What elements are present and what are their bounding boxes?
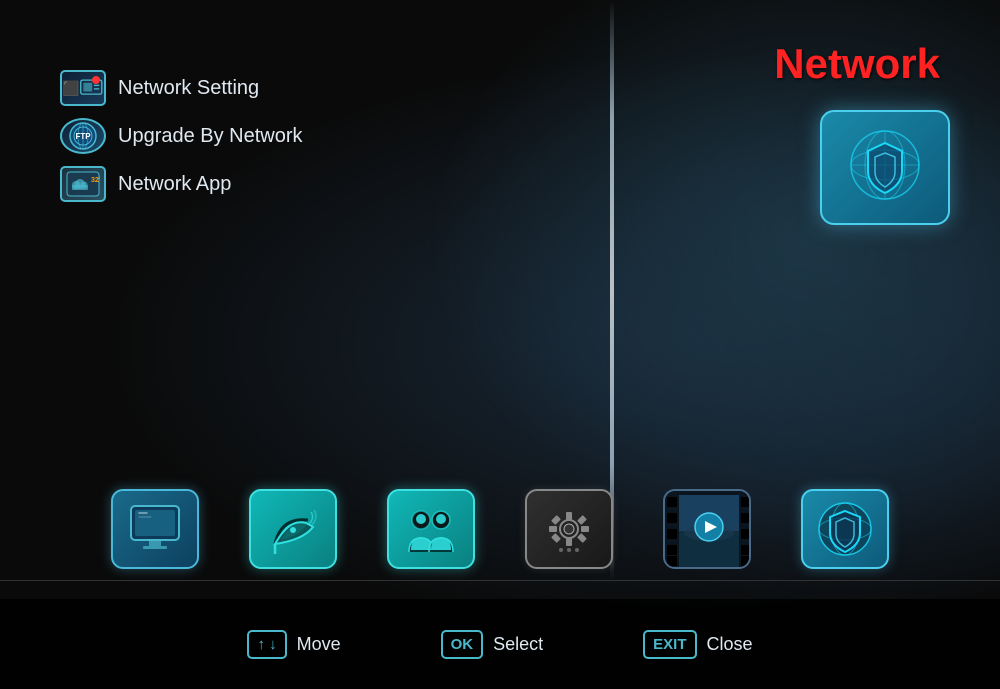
dock-icon-settings[interactable] xyxy=(525,489,613,569)
network-setting-icon xyxy=(60,70,106,106)
svg-text:32°C: 32°C xyxy=(91,176,100,184)
globe-shield-svg xyxy=(840,123,930,213)
menu-item-upgrade-network[interactable]: FTP Upgrade By Network xyxy=(60,118,303,154)
weather-icon: 32°C xyxy=(60,166,106,202)
menu-label-network-app: Network App xyxy=(118,173,231,196)
move-button[interactable]: ↑ ↓ xyxy=(247,630,286,659)
dock-icon-users[interactable] xyxy=(387,489,475,569)
ftp-icon: FTP xyxy=(60,118,106,154)
large-network-icon xyxy=(820,110,950,225)
menu-label-upgrade-network: Upgrade By Network xyxy=(118,125,303,148)
exit-label: Close xyxy=(707,634,753,655)
menu-list: Network Setting FTP Upgrade By Network xyxy=(60,70,303,202)
dock-icon-video[interactable] xyxy=(663,489,751,569)
bottom-dock xyxy=(0,489,1000,569)
control-exit: EXIT Close xyxy=(643,630,752,659)
control-ok: OK Select xyxy=(441,630,544,659)
bottom-controls-bar: ↑ ↓ Move OK Select EXIT Close xyxy=(0,599,1000,689)
menu-label-network-setting: Network Setting xyxy=(118,77,259,100)
page-title: Network xyxy=(774,40,940,88)
menu-item-network-app[interactable]: 32°C Network App xyxy=(60,166,303,202)
menu-item-network-setting[interactable]: Network Setting xyxy=(60,70,303,106)
bottom-divider xyxy=(0,580,1000,581)
status-dot xyxy=(92,76,100,84)
svg-text:FTP: FTP xyxy=(75,132,91,141)
ok-button[interactable]: OK xyxy=(441,630,484,659)
dock-icon-tv[interactable] xyxy=(111,489,199,569)
dock-icon-network-small[interactable] xyxy=(801,489,889,569)
ok-label: Select xyxy=(493,634,543,655)
move-label: Move xyxy=(297,634,341,655)
dock-icon-satellite[interactable] xyxy=(249,489,337,569)
exit-button[interactable]: EXIT xyxy=(643,630,696,659)
control-move: ↑ ↓ Move xyxy=(247,630,340,659)
